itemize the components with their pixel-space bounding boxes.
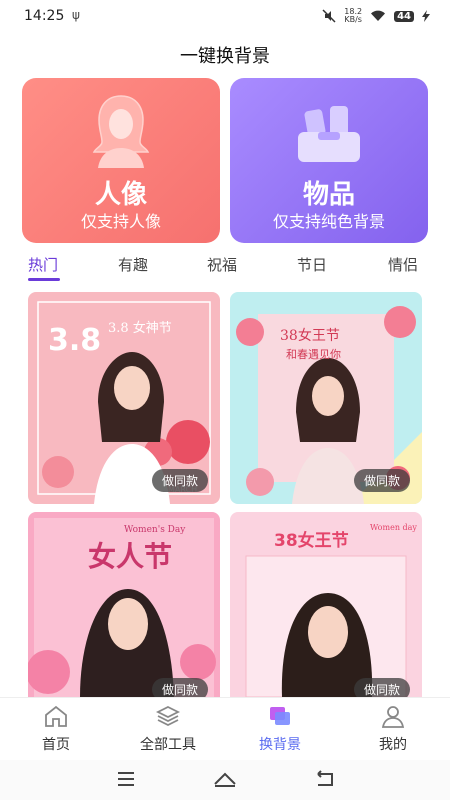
home-outline-icon[interactable] [213, 770, 237, 788]
tab-home-label: 首页 [42, 737, 70, 753]
tab-mine-label: 我的 [379, 737, 407, 753]
tab-change-background-label: 换背景 [259, 737, 301, 753]
status-bar: 14:25 ψ 18.2 KB/s 44 [0, 0, 450, 32]
tab-change-background[interactable]: 换背景 [230, 704, 330, 754]
page-title: 一键换背景 [180, 46, 270, 67]
object-card-title: 物品 [302, 180, 355, 210]
portrait-card-subtitle: 仅支持人像 [80, 212, 161, 231]
wifi-icon [371, 10, 386, 21]
make-same-button[interactable]: 做同款 [151, 469, 208, 492]
make-same-button[interactable]: 做同款 [151, 678, 208, 697]
template-tile[interactable]: 3.8 3.8 女神节 MARCH 做同款 [28, 292, 220, 504]
portrait-icon [92, 95, 150, 168]
svg-text:3.8: 3.8 [48, 323, 101, 358]
net-speed: 18.2 KB/s [344, 7, 363, 24]
tab-couple[interactable]: 情侣 [388, 254, 418, 275]
object-card-subtitle: 仅支持纯色背景 [272, 212, 385, 231]
status-time: 14:25 [24, 8, 65, 24]
svg-text:Women day: Women day [370, 523, 417, 532]
tab-fun[interactable]: 有趣 [118, 254, 148, 275]
tab-blessing[interactable]: 祝福 [207, 254, 237, 275]
tab-mine[interactable]: 我的 [343, 704, 443, 754]
change-background-icon [270, 707, 290, 725]
back-icon[interactable] [314, 770, 336, 788]
charging-icon [422, 10, 430, 22]
menu-icon[interactable] [116, 770, 136, 788]
portrait-card-title: 人像 [94, 180, 147, 210]
layers-icon [155, 705, 181, 727]
box-icon [298, 106, 360, 162]
tab-home[interactable]: 首页 [6, 704, 106, 754]
mute-icon [322, 9, 336, 23]
svg-text:38女王节: 38女王节 [280, 327, 340, 344]
object-card[interactable]: 物品 仅支持纯色背景 [230, 78, 428, 243]
svg-text:女人节: 女人节 [88, 540, 172, 573]
tab-all-tools[interactable]: 全部工具 [118, 704, 218, 754]
profile-icon [381, 706, 405, 728]
usb-icon: ψ [72, 8, 80, 22]
template-tile[interactable]: Women's Day 女人节 做同款 [28, 512, 220, 697]
home-icon [45, 705, 67, 727]
template-image: 38女王节 Women day [230, 512, 422, 697]
system-nav-bar [0, 760, 450, 800]
make-same-button[interactable]: 做同款 [353, 678, 410, 697]
tab-indicator [28, 278, 60, 281]
portrait-card[interactable]: 人像 仅支持人像 [22, 78, 220, 243]
tab-hot[interactable]: 热门 [28, 254, 58, 275]
status-right: 18.2 KB/s 44 [322, 8, 430, 24]
svg-text:3.8 女神节: 3.8 女神节 [108, 320, 172, 336]
tab-all-tools-label: 全部工具 [140, 737, 196, 753]
bottom-tab-bar: 首页 全部工具 换背景 我的 [0, 697, 450, 760]
category-tabs: 热门 有趣 祝福 节日 情侣 [0, 250, 450, 284]
tab-festival[interactable]: 节日 [297, 254, 327, 275]
template-image: Women's Day 女人节 [28, 512, 220, 697]
template-tile[interactable]: 38女王节 和春遇见你 做同款 [230, 292, 422, 504]
battery-icon: 44 [394, 10, 414, 22]
template-tile[interactable]: 38女王节 Women day 做同款 [230, 512, 422, 697]
svg-text:和春遇见你: 和春遇见你 [286, 348, 341, 361]
svg-text:38女王节: 38女王节 [274, 530, 349, 551]
make-same-button[interactable]: 做同款 [353, 469, 410, 492]
svg-text:Women's Day: Women's Day [124, 525, 186, 535]
